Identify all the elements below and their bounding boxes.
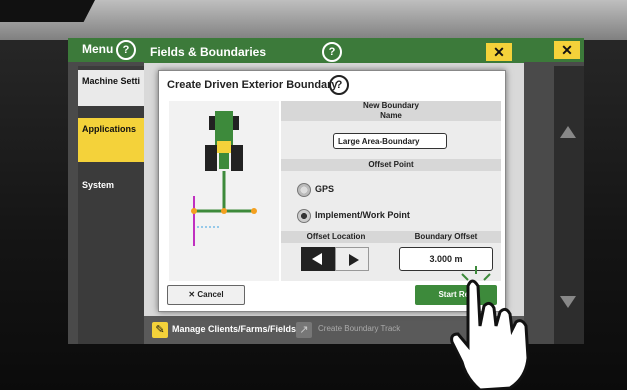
edit-icon[interactable]: ✎ [152, 322, 168, 338]
tractor-diagram-icon [191, 111, 257, 246]
offset-location-header: Offset Location [281, 231, 391, 243]
boundary-offset-header: Boundary Offset [391, 231, 501, 243]
manage-clients-button[interactable]: Manage Clients/Farms/Fields [172, 324, 296, 334]
pointing-hand-icon [450, 266, 530, 390]
sidebar: Machine Setti Applications System [78, 66, 146, 344]
boundary-track-icon[interactable]: ↗ [296, 322, 312, 338]
sidebar-item-label: System [82, 180, 115, 190]
settings-panel: New Boundary Name Large Area-Boundary Of… [281, 101, 501, 281]
scroll-up-icon[interactable] [560, 126, 576, 138]
sidebar-item-applications[interactable]: Applications [78, 118, 146, 162]
close-icon[interactable]: ✕ [554, 41, 580, 59]
cancel-button[interactable]: ✕ Cancel [167, 285, 245, 305]
menu-title[interactable]: Menu [82, 42, 113, 56]
close-icon: ✕ [188, 290, 196, 299]
fields-title: Fields & Boundaries [150, 45, 267, 59]
cancel-button-label: Cancel [197, 290, 224, 299]
help-icon[interactable]: ? [116, 40, 136, 60]
close-icon[interactable]: ✕ [486, 43, 512, 61]
sidebar-item-system[interactable]: System [78, 174, 146, 210]
tractor-illustration [169, 101, 279, 281]
create-boundary-track-button[interactable]: Create Boundary Track [318, 324, 400, 333]
scroll-column [554, 66, 584, 344]
arrow-left-icon [312, 253, 322, 265]
background-glare [0, 0, 627, 40]
help-icon[interactable]: ? [322, 42, 342, 62]
sidebar-item-machine-settings[interactable]: Machine Setti [78, 70, 146, 106]
sidebar-item-label: Machine Setti [82, 76, 141, 86]
implement-radio-label: Implement/Work Point [315, 210, 410, 220]
gps-radio-label: GPS [315, 184, 335, 194]
gps-radio[interactable] [297, 183, 311, 197]
new-boundary-header: New Boundary Name [281, 101, 501, 121]
offset-left-button[interactable] [301, 247, 335, 271]
sidebar-item-label: Applications [82, 124, 137, 134]
dialog-title: Create Driven Exterior Boundary [167, 79, 338, 91]
offset-right-button[interactable] [335, 247, 369, 271]
name-label: Name [380, 111, 402, 120]
boundary-name-input[interactable]: Large Area-Boundary [333, 133, 447, 149]
fields-title-bar: Fields & Boundaries ? ✕ [144, 41, 524, 63]
implement-radio[interactable] [297, 209, 311, 223]
new-boundary-label: New Boundary [362, 101, 419, 110]
arrow-right-icon [349, 254, 359, 266]
scroll-down-icon[interactable] [560, 296, 576, 308]
help-icon[interactable]: ? [329, 75, 349, 95]
corner-badge [0, 0, 95, 22]
offset-point-header: Offset Point [281, 159, 501, 171]
